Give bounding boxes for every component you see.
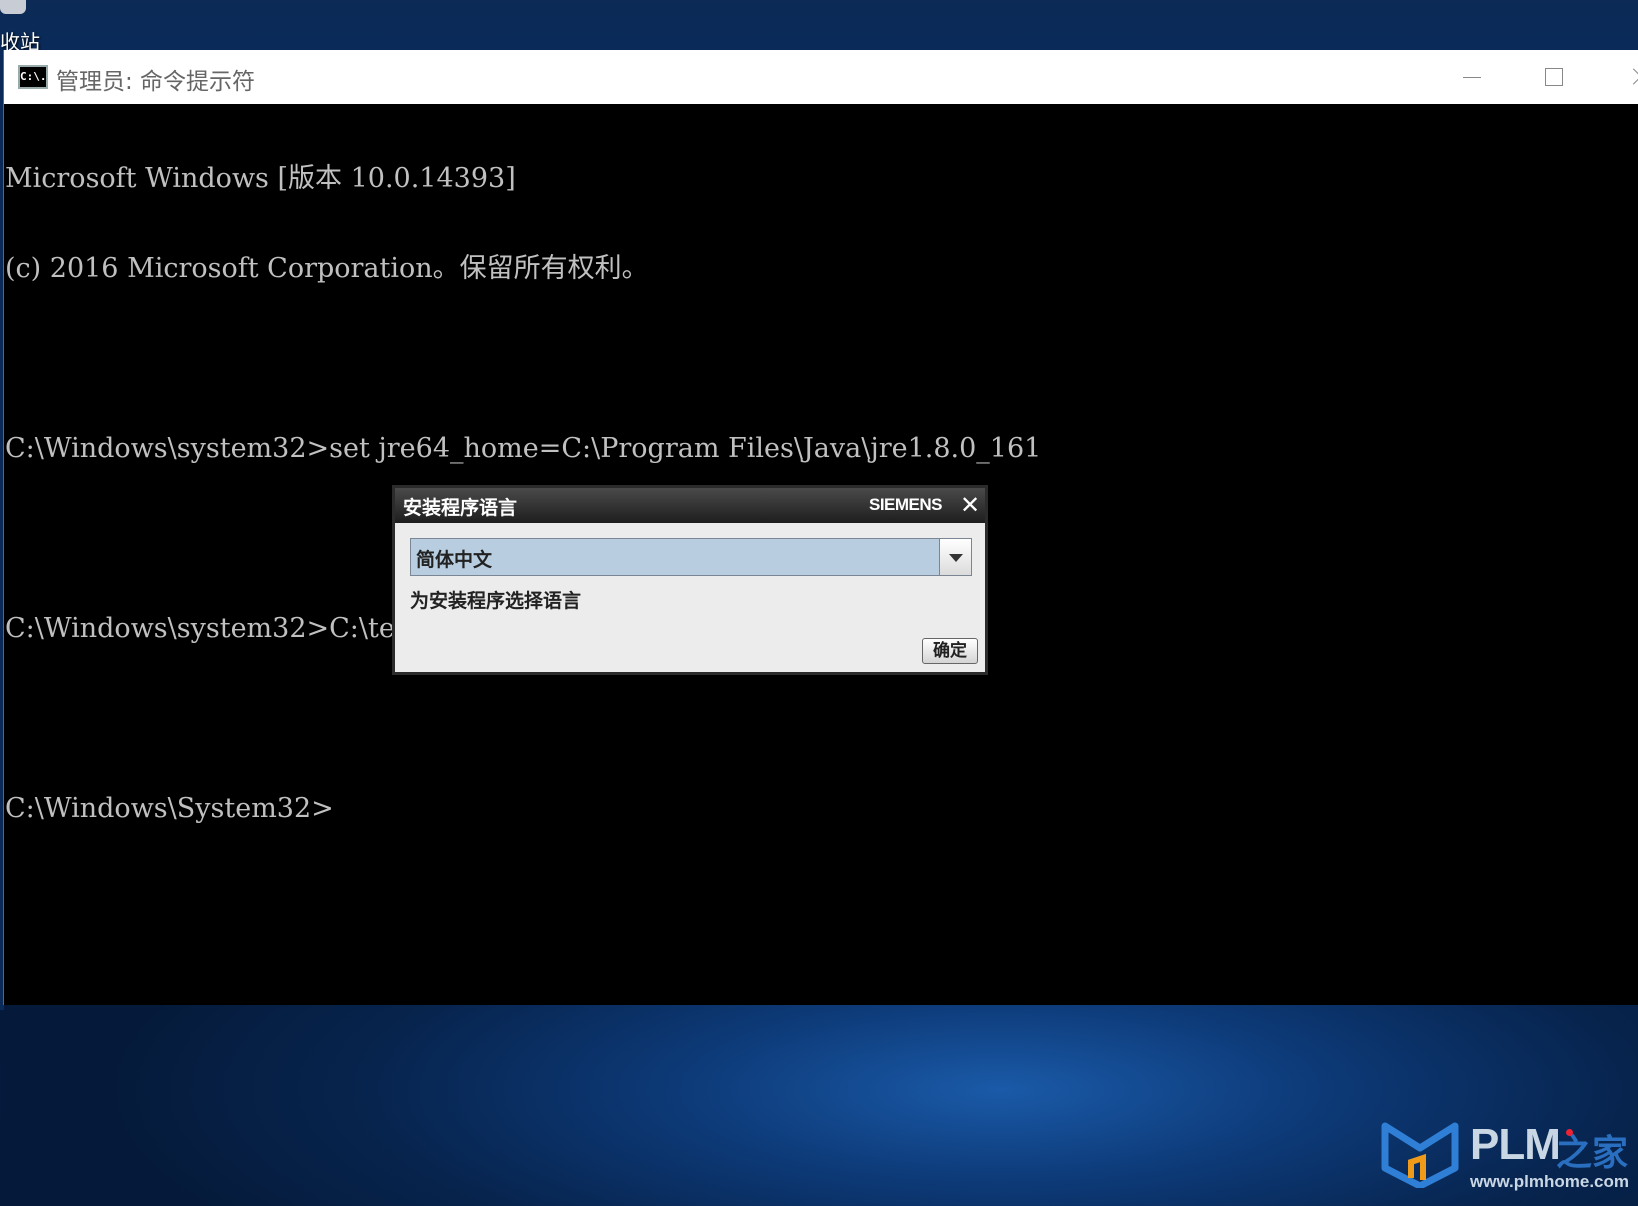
console-line: C:\Windows\system32>set jre64_home=C:\Pr…	[5, 433, 1042, 464]
maximize-button[interactable]	[1524, 50, 1584, 104]
watermark-dot	[1566, 1129, 1573, 1136]
watermark-url: www.plmhome.com	[1470, 1172, 1630, 1191]
siemens-logo: SIEMENS	[869, 495, 943, 514]
console-line: Microsoft Windows [版本 10.0.14393]	[5, 163, 516, 194]
minimize-button[interactable]	[1441, 50, 1501, 104]
close-button[interactable]	[1602, 50, 1638, 104]
console-prompt[interactable]: C:\Windows\System32>	[5, 794, 1635, 824]
close-icon[interactable]: ✕	[959, 493, 981, 517]
watermark-brand: PLM	[1470, 1120, 1561, 1169]
dialog-titlebar[interactable]: 安装程序语言 SIEMENS ✕	[395, 488, 985, 523]
plmhome-logo-icon	[1381, 1122, 1459, 1188]
language-select-value: 简体中文	[416, 549, 493, 571]
console-app-icon[interactable]: C:\.	[18, 65, 48, 89]
window-title: 管理员: 命令提示符	[56, 69, 256, 95]
dialog-title: 安装程序语言	[403, 497, 518, 519]
chevron-down-icon[interactable]	[939, 539, 971, 575]
ok-button[interactable]: 确定	[922, 638, 978, 664]
desktop-background	[0, 0, 1638, 50]
language-select[interactable]: 简体中文	[410, 538, 972, 576]
console-line: (c) 2016 Microsoft Corporation。保留所有权利。	[5, 253, 649, 284]
recycle-bin-icon[interactable]	[0, 0, 26, 14]
language-hint-label: 为安装程序选择语言	[410, 590, 582, 612]
installer-language-dialog[interactable]: 安装程序语言 SIEMENS ✕ 简体中文 为安装程序选择语言 确定	[392, 485, 988, 675]
window-titlebar[interactable]: C:\. 管理员: 命令提示符	[4, 50, 1638, 104]
